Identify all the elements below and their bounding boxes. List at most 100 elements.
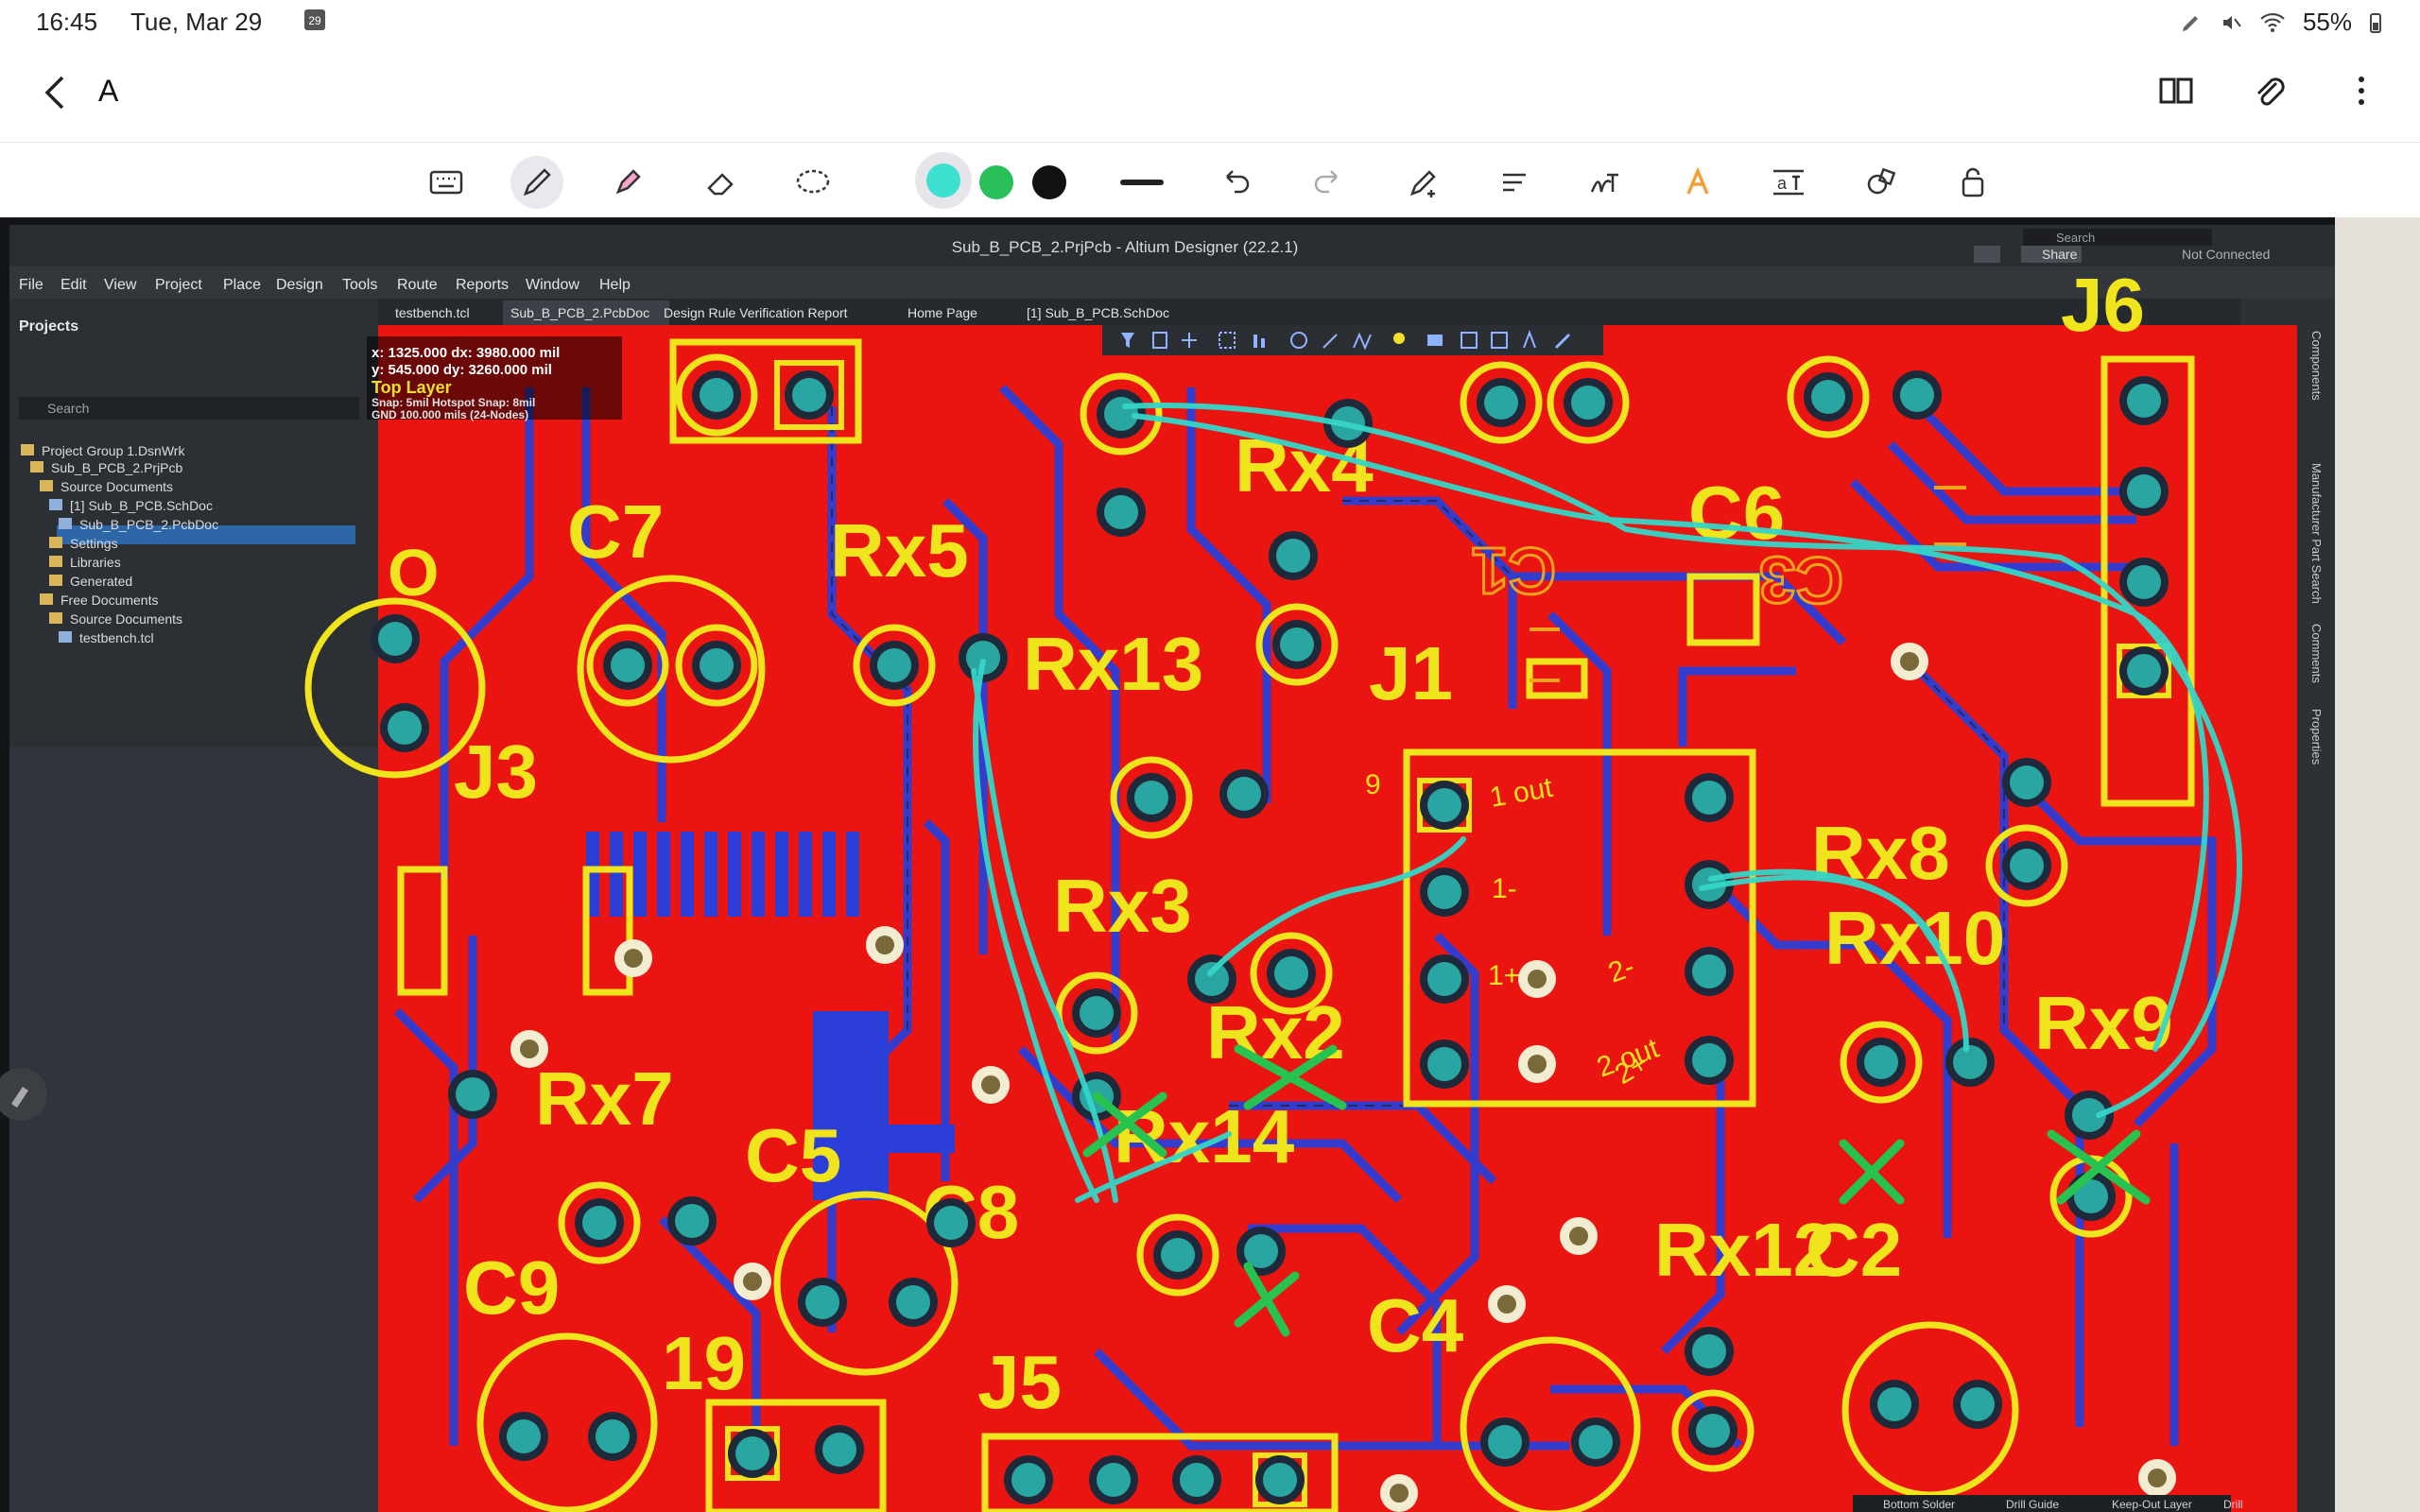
pcb-pad[interactable]	[380, 703, 429, 752]
altium-search-box[interactable]	[2023, 229, 2212, 246]
pen-settings-tool[interactable]	[1397, 156, 1450, 209]
more-options-icon[interactable]	[2341, 70, 2382, 112]
menu-item-route[interactable]: Route	[397, 277, 438, 293]
pcb-pad[interactable]	[1518, 960, 1556, 998]
pcb-pad[interactable]	[725, 1426, 780, 1481]
menu-item-design[interactable]: Design	[276, 277, 323, 293]
project-tree-item[interactable]: Generated	[70, 574, 132, 589]
menu-item-view[interactable]: View	[104, 277, 137, 293]
pcb-pad[interactable]	[371, 614, 420, 663]
project-tree-item[interactable]: Sub_B_PCB_2.PrjPcb	[51, 460, 183, 475]
comment-icon[interactable]	[1974, 246, 2000, 263]
pcb-pad[interactable]	[448, 1070, 497, 1119]
pcb-pad[interactable]	[1891, 643, 1928, 680]
pcb-pad[interactable]	[1870, 1380, 1919, 1429]
project-tree-item[interactable]: Free Documents	[60, 593, 158, 608]
pcb-pad[interactable]	[2117, 644, 2171, 698]
document-tab[interactable]: testbench.tcl	[395, 305, 470, 320]
menu-item-file[interactable]: File	[19, 277, 43, 293]
pcb-pad[interactable]	[2138, 1459, 2176, 1497]
stroke-width-tool[interactable]	[1115, 156, 1168, 209]
pcb-pad[interactable]	[2002, 758, 2051, 807]
back-icon[interactable]	[38, 72, 76, 113]
project-tree-item[interactable]: Project Group 1.DsnWrk	[42, 443, 185, 458]
text-wrap-tool[interactable]	[1488, 156, 1541, 209]
align-icon[interactable]	[1253, 335, 1257, 348]
document-tab[interactable]: Design Rule Verification Report	[664, 305, 848, 320]
document-tab[interactable]: [1] Sub_B_PCB.SchDoc	[1027, 305, 1169, 320]
color-swatch-black[interactable]	[1032, 165, 1066, 199]
pcb-pad[interactable]	[1953, 1380, 2002, 1429]
document-tab[interactable]: Sub_B_PCB_2.PcbDoc	[510, 305, 649, 320]
right-panel-tab[interactable]: Components	[2309, 331, 2324, 401]
pcb-pad[interactable]	[972, 1066, 1010, 1104]
project-tree-item[interactable]: Sub_B_PCB_2.PcbDoc	[79, 517, 218, 532]
undo-button[interactable]	[1208, 156, 1261, 209]
pcb-pad[interactable]	[815, 1425, 864, 1474]
color-swatch-cyan[interactable]	[926, 163, 960, 198]
pcb-pad[interactable]	[734, 1263, 771, 1300]
eraser-tool[interactable]	[694, 156, 747, 209]
pcb-pad[interactable]	[1685, 1327, 1734, 1376]
via-icon[interactable]	[1393, 333, 1405, 344]
menu-item-place[interactable]: Place	[223, 277, 261, 293]
menu-item-project[interactable]: Project	[155, 277, 202, 293]
menu-item-reports[interactable]: Reports	[456, 277, 509, 293]
document-tab[interactable]: Home Page	[908, 305, 977, 320]
pcb-pad[interactable]	[1253, 1452, 1307, 1507]
pcb-pad[interactable]	[588, 1412, 637, 1461]
lock-tool[interactable]	[1947, 156, 2000, 209]
pcb-pad[interactable]	[1685, 773, 1734, 822]
pcb-pad[interactable]	[1219, 769, 1269, 818]
pcb-pad[interactable]	[1420, 954, 1469, 1004]
menu-item-edit[interactable]: Edit	[60, 277, 87, 293]
active-bar[interactable]	[1102, 325, 1603, 355]
pcb-pad[interactable]	[1945, 1038, 1995, 1087]
pcb-pad[interactable]	[1488, 1285, 1526, 1323]
right-panel-tab[interactable]: Properties	[2309, 709, 2324, 765]
project-tree-item[interactable]: Settings	[70, 536, 118, 551]
project-tree-item[interactable]: Libraries	[70, 555, 121, 570]
project-tree-item[interactable]: Source Documents	[70, 611, 182, 627]
pcb-pad[interactable]	[1187, 954, 1236, 1004]
layer-tab[interactable]: Drill	[2223, 1498, 2243, 1511]
pcb-pad[interactable]	[667, 1196, 717, 1246]
pcb-pad[interactable]	[1893, 370, 1942, 420]
layer-tab[interactable]: Keep-Out Layer	[2112, 1498, 2192, 1511]
pcb-pad[interactable]	[1480, 1418, 1530, 1467]
project-tree-item[interactable]: [1] Sub_B_PCB.SchDoc	[70, 498, 213, 513]
pen-tool[interactable]	[510, 156, 563, 209]
pcb-pad[interactable]	[2119, 376, 2169, 425]
highlighter-tool[interactable]	[601, 156, 654, 209]
pcb-pad[interactable]	[1004, 1455, 1053, 1504]
pcb-pad[interactable]	[1097, 488, 1146, 537]
pcb-pad[interactable]	[1685, 947, 1734, 996]
project-tree-item[interactable]: Source Documents	[60, 479, 173, 494]
handwriting-to-text-tool[interactable]	[1579, 156, 1632, 209]
pcb-pad[interactable]	[1420, 868, 1469, 917]
text-box-tool[interactable]: a	[1762, 156, 1815, 209]
color-swatch-green[interactable]	[979, 165, 1013, 199]
pcb-pad[interactable]	[1269, 531, 1318, 580]
pcb-pad[interactable]	[510, 1030, 548, 1068]
pcb-pad[interactable]	[1417, 778, 1472, 833]
pcb-pad[interactable]	[889, 1278, 938, 1327]
pcb-pad[interactable]	[1571, 1418, 1620, 1467]
pcb-pad[interactable]	[798, 1278, 847, 1327]
attach-icon[interactable]	[2248, 70, 2290, 112]
project-tree-item[interactable]: testbench.tcl	[79, 630, 154, 645]
menu-item-window[interactable]: Window	[526, 277, 579, 293]
pcb-pad[interactable]	[499, 1412, 548, 1461]
shapes-tool[interactable]	[1855, 156, 1908, 209]
pcb-pad[interactable]	[2119, 467, 2169, 516]
reader-mode-icon[interactable]	[2155, 70, 2197, 112]
pcb-pad[interactable]	[1172, 1455, 1221, 1504]
right-panel-tab[interactable]: Comments	[2309, 624, 2324, 683]
layer-tab[interactable]: Bottom Solder	[1883, 1498, 1955, 1511]
pcb-pad[interactable]	[2119, 558, 2169, 607]
pcb-pad[interactable]	[614, 939, 652, 977]
pcb-pad[interactable]	[1089, 1455, 1138, 1504]
pcb-pad[interactable]	[866, 926, 904, 964]
redo-button[interactable]	[1303, 156, 1356, 209]
pcb-pad[interactable]	[1560, 1217, 1598, 1255]
